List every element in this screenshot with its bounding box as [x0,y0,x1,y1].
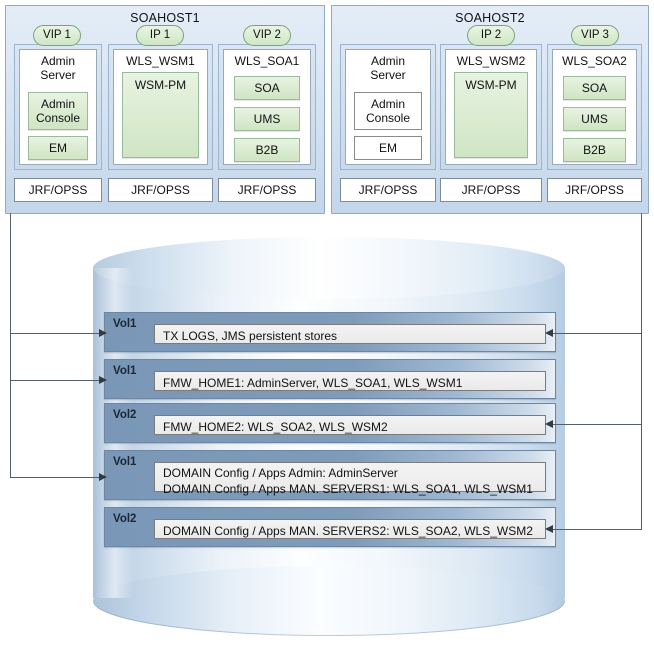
component-admin-console-1[interactable]: Admin Console [28,92,88,130]
volume-content-4: DOMAIN Config / Apps Admin: AdminServer … [154,462,546,496]
connector-trunk-soahost2 [641,213,642,529]
connector-soahost1-to-vol1-txlogs [10,333,106,334]
connector-soahost2-to-vol2-domainconfig [552,529,642,530]
connector-soahost1-to-vol1-domainconfig [10,477,106,478]
server-column-wls-wsm1[interactable]: WLS_WSM1 WSM-PM [108,44,213,170]
arrowhead-soahost2-vol2-domainconfig [545,524,553,533]
volume-tag-2: Vol1 [113,365,137,377]
component-em-1[interactable]: EM [28,136,88,160]
volume-content-1: TX LOGS, JMS persistent stores [154,324,546,344]
server-column-wls-soa2[interactable]: WLS_SOA2 SOA UMS B2B [547,44,642,170]
server-column-inner: WLS_SOA1 SOA UMS B2B [223,49,311,165]
pill-vip-2: VIP 2 [243,25,291,46]
volume-content-5: DOMAIN Config / Apps MAN. SERVERS2: WLS_… [154,519,546,539]
server-column-wls-wsm2[interactable]: WLS_WSM2 WSM-PM [440,44,542,170]
server-label-wls-wsm1: WLS_WSM1 [126,54,195,68]
server-column-inner: WLS_SOA2 SOA UMS B2B [552,49,637,165]
server-column-admin-server-1[interactable]: Admin Server Admin Console EM [14,44,102,170]
server-label-wls-soa2: WLS_SOA2 [562,54,627,68]
arrowhead-soahost1-vol1-fmwhome1 [99,375,107,384]
pill-vip-1: VIP 1 [33,25,81,46]
server-label-wls-soa1: WLS_SOA1 [234,54,300,68]
connector-soahost2-to-vol2-fmwhome2 [552,424,642,425]
server-column-inner: Admin Server Admin Console EM [19,49,97,165]
component-b2b-2[interactable]: B2B [563,138,626,162]
component-b2b-1[interactable]: B2B [234,138,300,162]
volume-row-3[interactable]: Vol2 FMW_HOME2: WLS_SOA2, WLS_WSM2 [104,403,556,443]
server-label-admin-server-1: Admin Server [40,54,76,82]
server-label-wls-wsm2: WLS_WSM2 [456,54,526,68]
host-title-soahost1: SOAHOST1 [130,11,200,25]
arrowhead-soahost2-vol1-txlogs [545,328,553,337]
volume-tag-5: Vol2 [113,513,137,525]
component-ums-2[interactable]: UMS [563,107,626,131]
arrowhead-soahost2-vol2-fmwhome2 [545,419,553,428]
server-column-inner: WLS_WSM2 WSM-PM [445,49,537,165]
component-soa-2[interactable]: SOA [563,76,626,100]
pill-ip-1: IP 1 [136,25,184,46]
server-column-inner: WLS_WSM1 WSM-PM [113,49,208,165]
component-em-2[interactable]: EM [354,136,422,160]
volume-tag-1: Vol1 [113,318,137,330]
component-ums-1[interactable]: UMS [234,107,300,131]
volume-row-2[interactable]: Vol1 FMW_HOME1: AdminServer, WLS_SOA1, W… [104,359,556,399]
pill-ip-2: IP 2 [467,25,515,46]
volume-row-5[interactable]: Vol2 DOMAIN Config / Apps MAN. SERVERS2:… [104,507,556,547]
volume-tag-4: Vol1 [113,456,137,468]
shared-storage-cylinder-bottom [93,566,565,636]
server-column-inner: Admin Server Admin Console EM [345,49,431,165]
connector-soahost1-to-vol1-fmwhome1 [10,380,106,381]
volume-row-4[interactable]: Vol1 DOMAIN Config / Apps Admin: AdminSe… [104,450,556,500]
jrf-opss-bar-1: JRF/OPSS [14,178,102,202]
jrf-opss-bar-2: JRF/OPSS [108,178,213,202]
component-soa-1[interactable]: SOA [234,76,300,100]
diagram-canvas: SOAHOST1 Admin Server Admin Console EM V… [0,0,654,654]
volume-content-2: FMW_HOME1: AdminServer, WLS_SOA1, WLS_WS… [154,371,546,391]
component-wsm-pm-1[interactable]: WSM-PM [122,72,199,158]
arrowhead-soahost1-vol1-txlogs [99,328,107,337]
host-title-soahost2: SOAHOST2 [455,11,525,25]
jrf-opss-bar-5: JRF/OPSS [440,178,542,202]
component-wsm-pm-2[interactable]: WSM-PM [454,72,528,158]
jrf-opss-bar-6: JRF/OPSS [547,178,642,202]
arrowhead-soahost1-vol1-domainconfig [99,472,107,481]
server-column-wls-soa1[interactable]: WLS_SOA1 SOA UMS B2B [218,44,316,170]
connector-trunk-soahost1 [10,213,11,477]
jrf-opss-bar-4: JRF/OPSS [340,178,436,202]
connector-soahost2-to-vol1-txlogs [552,333,642,334]
shared-storage-cylinder-top [93,237,565,299]
volume-row-1[interactable]: Vol1 TX LOGS, JMS persistent stores [104,312,556,352]
volume-content-3: FMW_HOME2: WLS_SOA2, WLS_WSM2 [154,415,546,435]
jrf-opss-bar-3: JRF/OPSS [218,178,316,202]
component-admin-console-2[interactable]: Admin Console [354,92,422,130]
volume-tag-3: Vol2 [113,409,137,421]
server-column-admin-server-2[interactable]: Admin Server Admin Console EM [340,44,436,170]
pill-vip-3: VIP 3 [571,25,619,46]
server-label-admin-server-2: Admin Server [370,54,406,82]
